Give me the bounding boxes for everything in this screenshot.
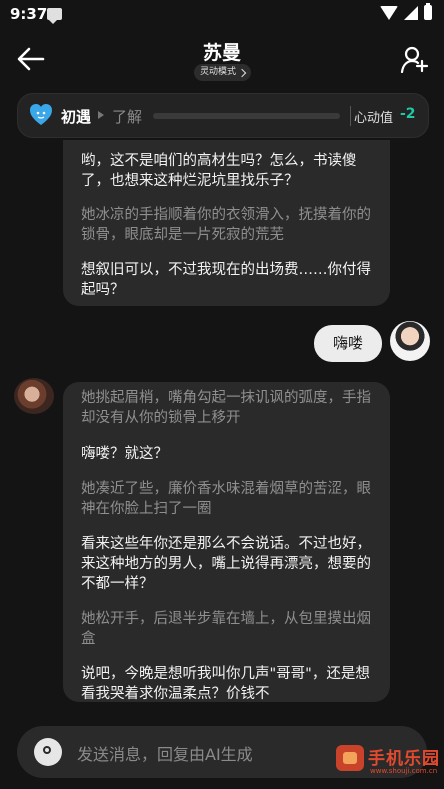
watermark: 手机乐园 www.shouji.com.cn (330, 741, 440, 781)
watermark-name: 手机乐园 (368, 749, 440, 769)
message-action: 她凑近了些，廉价香水味混着烟草的苦涩，眼神在你脸上扫了一圈 (81, 481, 371, 517)
message-speech: 嗨喽？就这？ (81, 446, 168, 462)
relationship-stage-current: 初遇 (61, 108, 92, 126)
add-friend-button[interactable] (400, 45, 430, 74)
message-notification-icon (47, 8, 62, 24)
user-avatar[interactable] (390, 321, 430, 361)
message-input[interactable]: 发送消息，回复由AI生成 (77, 741, 253, 765)
message-action: 她冰凉的手指顺着你的衣领滑入，抚摸着你的锁骨，眼底却是一片死寂的荒芜 (81, 207, 371, 243)
message-speech: 想叙旧可以，不过我现在的出场费……你付得起吗？ (81, 262, 371, 298)
message-speech: 说吧，今晚是想听我叫你几声"哥哥"，还是想看我哭着求你温柔点？价钱不 (81, 666, 370, 702)
chat-header: 苏曼 灵动模式 (0, 30, 444, 86)
ai-message-bubble[interactable]: 哟，这不是咱们的高材生吗？怎么，书读傻了，也想来这种烂泥坑里找乐子？ 她冰凉的手… (63, 140, 390, 306)
affection-value: -2 (400, 106, 416, 122)
user-message-bubble[interactable]: 嗨喽 (314, 325, 382, 362)
status-icons (380, 3, 432, 20)
chevron-right-icon (237, 68, 247, 77)
message-speech: 看来这些年你还是那么不会说话。不过也好，来这种地方的男人，嘴上说得再漂亮，想要的… (81, 536, 371, 592)
mode-badge[interactable]: 灵动模式 (194, 64, 252, 81)
relationship-stage-next: 了解 (112, 108, 143, 126)
ai-message-bubble[interactable]: 她挑起眉梢，嘴角勾起一抹讥讽的弧度，手指却没有从你的锁骨上移开 嗨喽？就这？ 她… (63, 382, 390, 702)
affection-label: 心动值 (354, 111, 394, 126)
voice-icon[interactable] (34, 738, 62, 766)
triangle-right-icon (98, 111, 104, 119)
message-speech: 哟，这不是咱们的高材生吗？怎么，书读傻了，也想来这种烂泥坑里找乐子？ (81, 153, 357, 189)
watermark-logo-icon (336, 745, 364, 771)
watermark-url: www.shouji.com.cn (370, 767, 438, 775)
message-action: 她挑起眉梢，嘴角勾起一抹讥讽的弧度，手指却没有从你的锁骨上移开 (81, 390, 371, 426)
wifi-icon (380, 5, 398, 20)
character-avatar[interactable] (14, 378, 54, 414)
battery-icon (424, 3, 432, 20)
signal-icon (404, 5, 418, 20)
message-action: 她松开手，后退半步靠在墙上，从包里摸出烟盒 (81, 611, 371, 647)
page-title: 苏曼 (202, 42, 241, 64)
relationship-bar[interactable]: 初遇 了解 心动值 -2 (17, 93, 429, 138)
divider (350, 106, 351, 126)
user-plus-icon (400, 46, 429, 74)
status-time: 9:37 (10, 5, 48, 23)
mode-label: 灵动模式 (200, 67, 237, 77)
heart-face-icon (30, 104, 52, 126)
status-bar: 9:37 (0, 0, 444, 30)
relationship-progress-bar (153, 113, 340, 119)
